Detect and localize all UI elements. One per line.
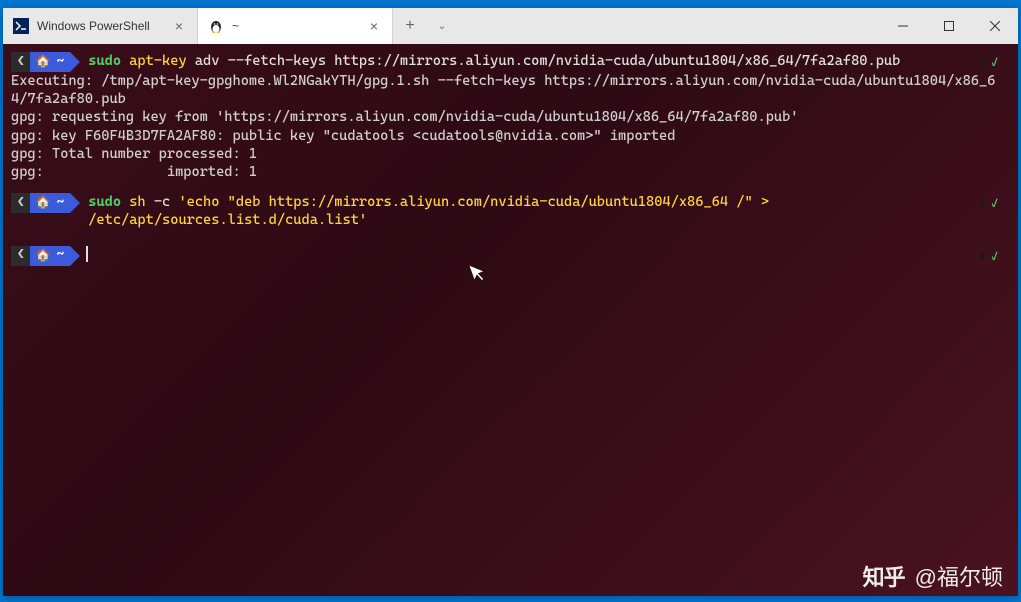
arrow-left-icon: ◀ bbox=[977, 248, 985, 266]
prompt-arrow-end bbox=[70, 52, 80, 72]
window-controls bbox=[880, 8, 1018, 44]
prompt-home: 🏠 ~ bbox=[30, 193, 71, 213]
prompt-arrow-end bbox=[70, 246, 80, 266]
command-text: sudo sh -c 'echo "deb https://mirrors.al… bbox=[88, 193, 1010, 229]
check-icon: ✓ bbox=[991, 55, 998, 71]
close-button[interactable] bbox=[972, 8, 1018, 44]
prompt-arrow-end bbox=[70, 193, 80, 213]
tab-title: ~ bbox=[232, 19, 358, 33]
arrow-left-icon: ◀ bbox=[977, 54, 985, 72]
prompt-arrow: ❮ bbox=[11, 193, 31, 213]
command-text: sudo apt-key adv --fetch-keys https://mi… bbox=[88, 52, 1010, 70]
close-icon[interactable]: × bbox=[366, 18, 382, 34]
terminal-body[interactable]: ❮ 🏠 ~ sudo apt-key adv --fetch-keys http… bbox=[3, 44, 1018, 596]
status-indicator: ◀ ✓ bbox=[977, 195, 998, 213]
prompt-path: ~ bbox=[57, 247, 65, 264]
output-line: Executing: /tmp/apt-key-gpghome.Wl2NGakY… bbox=[11, 72, 1010, 108]
prompt-badge: ❮ 🏠 ~ bbox=[11, 193, 80, 213]
prompt-badge: ❮ 🏠 ~ bbox=[11, 246, 80, 266]
prompt-arrow: ❮ bbox=[11, 246, 31, 266]
prompt-path: ~ bbox=[57, 54, 65, 71]
terminal-window: Windows PowerShell × ~ × + ⌄ bbox=[3, 8, 1018, 596]
tab-strip: Windows PowerShell × ~ × + ⌄ bbox=[3, 8, 880, 44]
close-icon[interactable]: × bbox=[171, 18, 187, 34]
new-tab-button[interactable]: + bbox=[393, 8, 427, 44]
prompt-path: ~ bbox=[57, 195, 65, 212]
check-icon: ✓ bbox=[991, 249, 998, 265]
status-indicator: ◀ ✓ bbox=[977, 54, 998, 72]
minimize-icon bbox=[898, 21, 908, 31]
maximize-icon bbox=[944, 21, 954, 31]
tab-powershell[interactable]: Windows PowerShell × bbox=[3, 8, 198, 44]
tux-icon bbox=[208, 18, 224, 34]
prompt-home: 🏠 ~ bbox=[30, 246, 71, 266]
status-indicator: ◀ ✓ bbox=[977, 248, 998, 266]
watermark: 知乎 @福尔顿 bbox=[863, 560, 1003, 592]
tab-title: Windows PowerShell bbox=[37, 19, 163, 33]
zhihu-logo: 知乎 bbox=[863, 560, 905, 592]
prompt-line: ❮ 🏠 ~ sudo sh -c 'echo "deb https://mirr… bbox=[11, 193, 1010, 229]
output-line: gpg: key F60F4B3D7FA2AF80: public key "c… bbox=[11, 127, 1010, 145]
arrow-left-icon: ◀ bbox=[977, 195, 985, 213]
minimize-button[interactable] bbox=[880, 8, 926, 44]
tab-linux[interactable]: ~ × bbox=[198, 8, 393, 44]
maximize-button[interactable] bbox=[926, 8, 972, 44]
home-icon: 🏠 bbox=[36, 248, 51, 264]
prompt-badge: ❮ 🏠 ~ bbox=[11, 52, 80, 72]
prompt-line: ❮ 🏠 ~ ◀ ✓ bbox=[11, 246, 1010, 266]
prompt-arrow: ❮ bbox=[11, 52, 31, 72]
check-icon: ✓ bbox=[991, 196, 998, 212]
plus-icon: + bbox=[405, 17, 414, 35]
home-icon: 🏠 bbox=[36, 54, 51, 70]
prompt-line: ❮ 🏠 ~ sudo apt-key adv --fetch-keys http… bbox=[11, 52, 1010, 72]
powershell-icon bbox=[13, 18, 29, 34]
output-line: gpg: Total number processed: 1 bbox=[11, 145, 1010, 163]
watermark-author: @福尔顿 bbox=[915, 560, 1003, 592]
prompt-home: 🏠 ~ bbox=[30, 52, 71, 72]
output-line: gpg: imported: 1 bbox=[11, 163, 1010, 181]
text-cursor bbox=[86, 246, 88, 262]
titlebar: Windows PowerShell × ~ × + ⌄ bbox=[3, 8, 1018, 44]
close-icon bbox=[990, 21, 1000, 31]
tab-dropdown[interactable]: ⌄ bbox=[427, 8, 457, 44]
chevron-down-icon: ⌄ bbox=[438, 21, 446, 32]
home-icon: 🏠 bbox=[36, 195, 51, 211]
output-line: gpg: requesting key from 'https://mirror… bbox=[11, 108, 1010, 126]
